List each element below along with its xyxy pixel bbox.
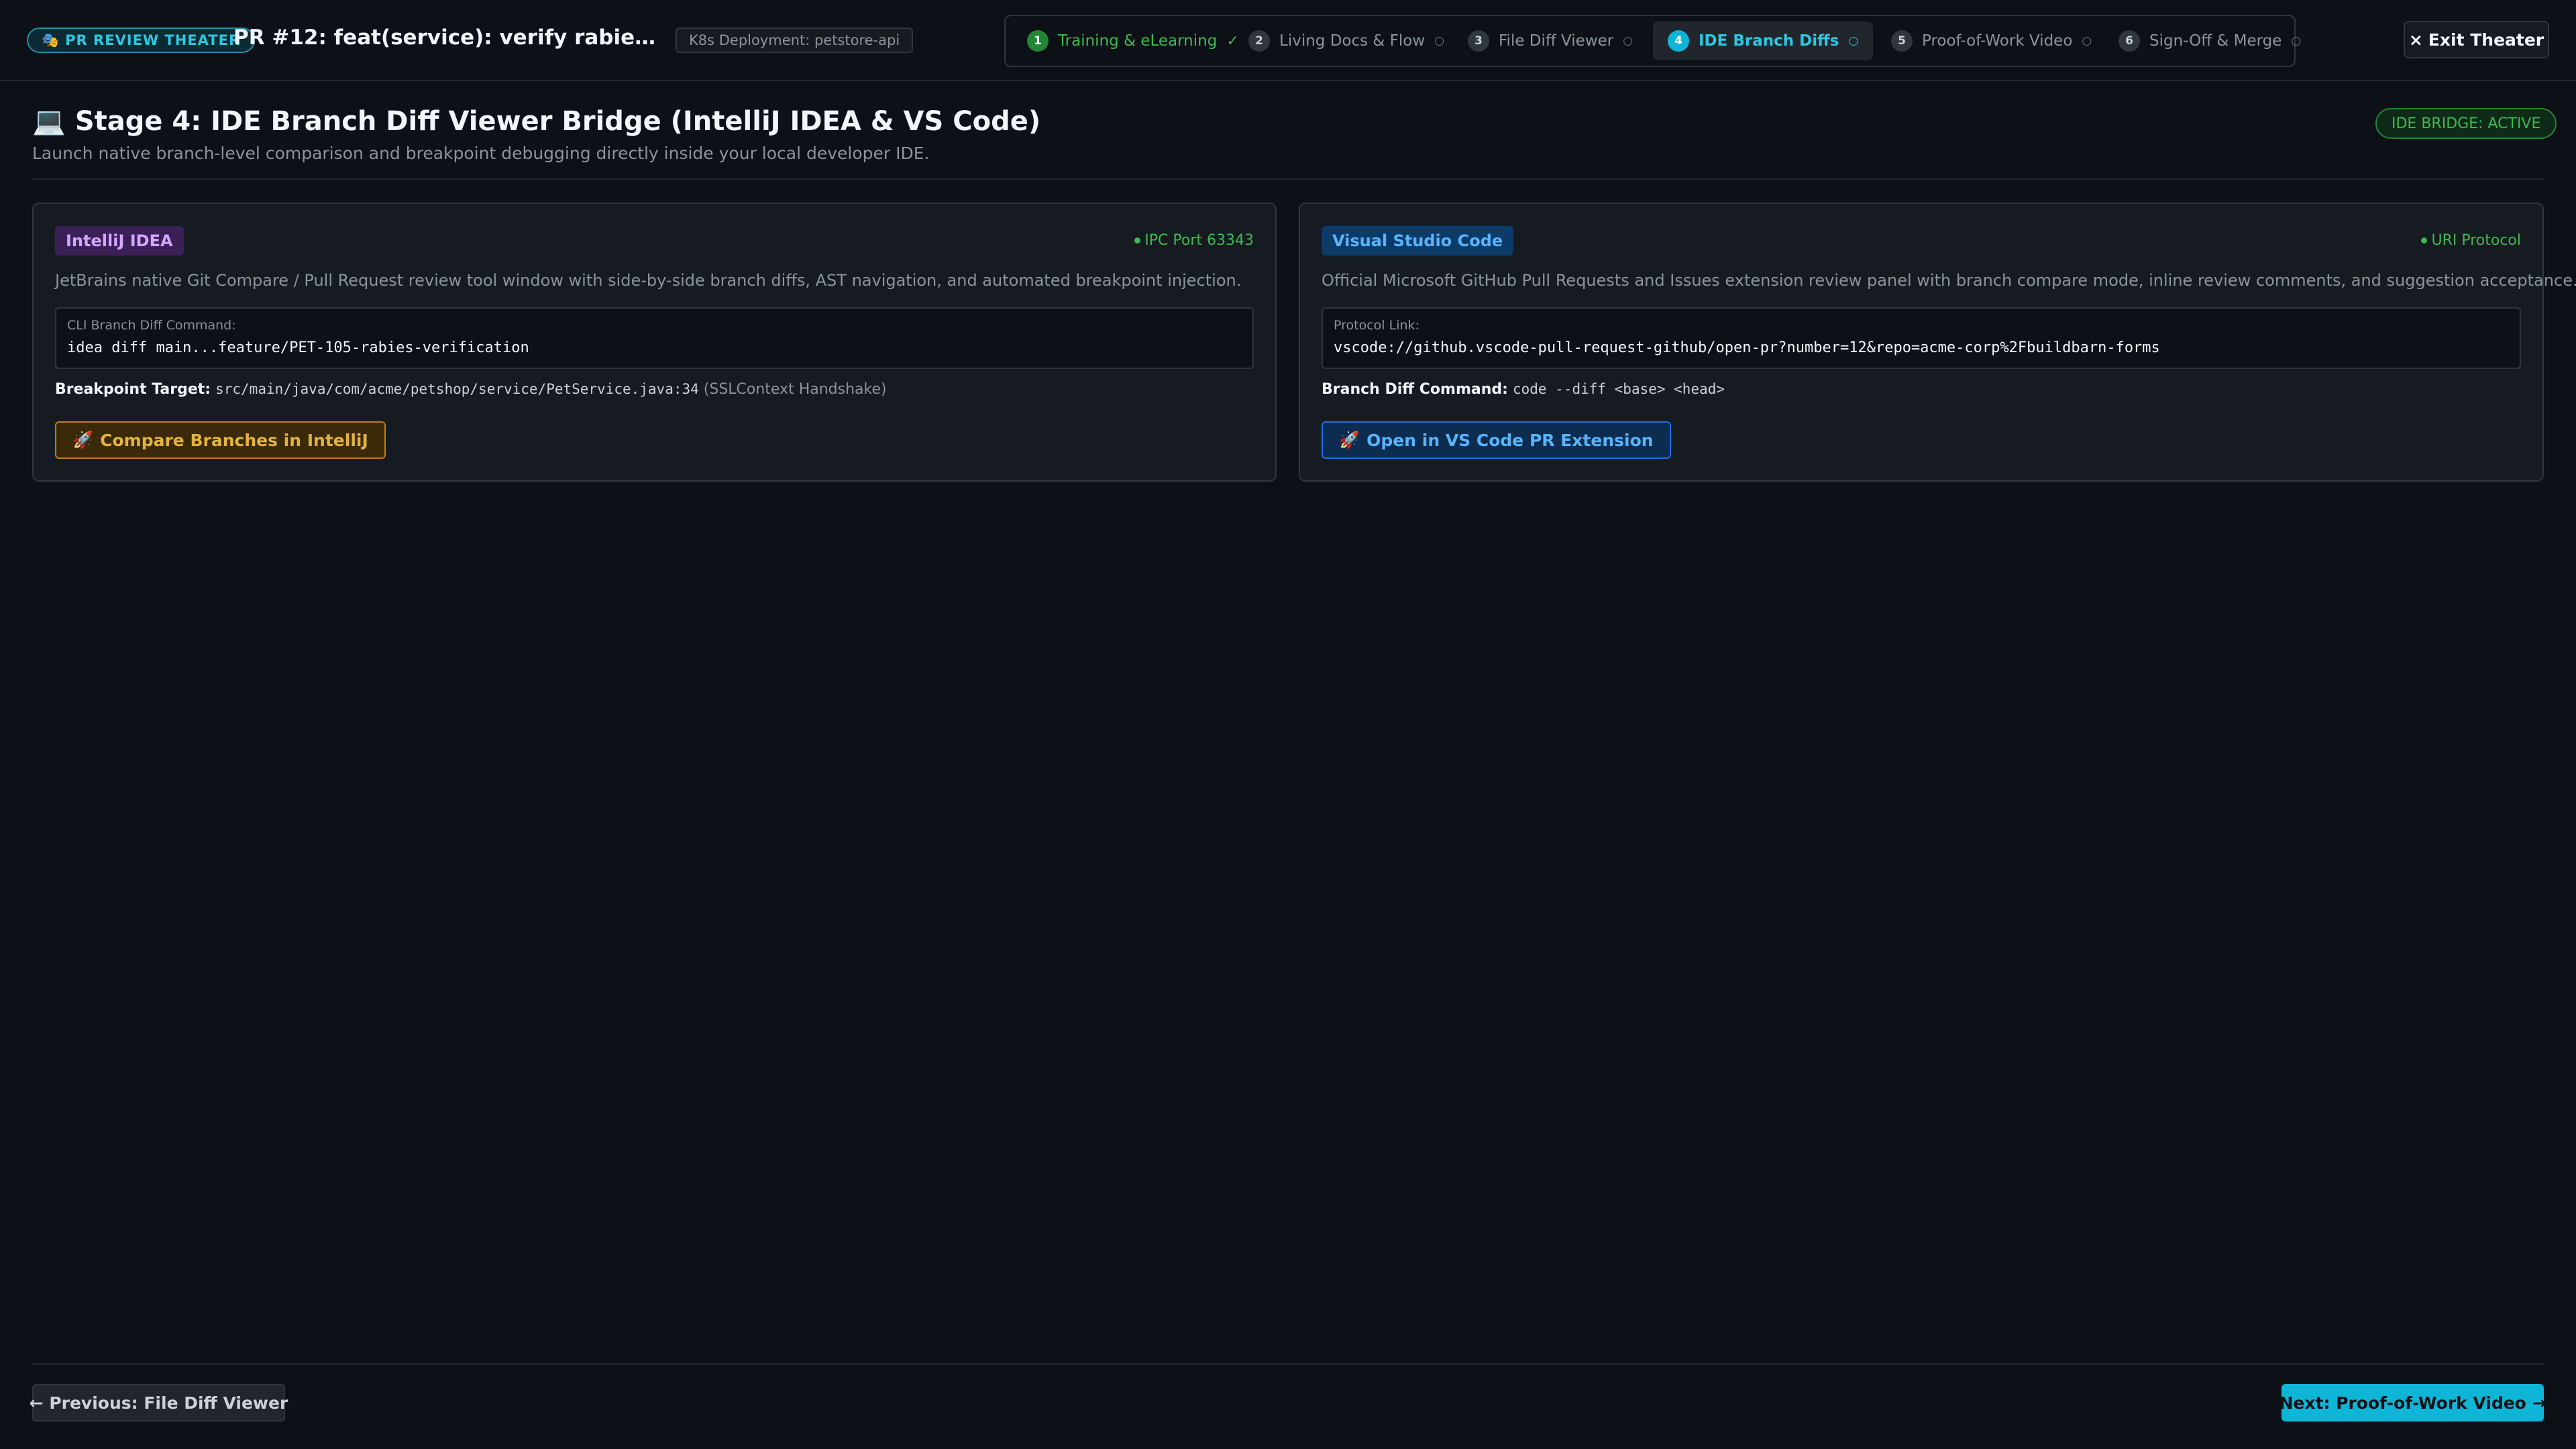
- pending-circle-icon: ○: [1623, 34, 1633, 48]
- branch-diff-command-key: Branch Diff Command:: [1322, 381, 1508, 398]
- open-vscode-label: Open in VS Code PR Extension: [1366, 430, 1654, 450]
- vscode-connection-status: URI Protocol: [2421, 232, 2521, 249]
- command-label: CLI Branch Diff Command:: [67, 318, 236, 333]
- breakpoint-target-note: (SSLContext Handshake): [703, 381, 887, 398]
- step-ide-branch-diffs[interactable]: 4 IDE Branch Diffs ○: [1653, 21, 1874, 60]
- step-number: 2: [1248, 30, 1270, 52]
- step-number: 3: [1468, 30, 1489, 52]
- intellij-card: IntelliJ IDEA IPC Port 63343 JetBrains n…: [32, 203, 1277, 482]
- protocol-label: Protocol Link:: [1334, 318, 1419, 333]
- step-training-elearning[interactable]: 1 Training & eLearning ✓: [1012, 21, 1254, 60]
- vscode-card: Visual Studio Code URI Protocol Official…: [1299, 203, 2576, 482]
- breakpoint-target-path: src/main/java/com/acme/petshop/service/P…: [215, 381, 699, 397]
- deployment-chip: K8s Deployment: petstore-api: [676, 28, 914, 53]
- step-number: 5: [1891, 30, 1913, 52]
- step-label: Training & eLearning: [1058, 32, 1218, 50]
- open-vscode-pr-extension-button[interactable]: 🚀 Open in VS Code PR Extension: [1322, 421, 1671, 459]
- step-number: 6: [2118, 30, 2140, 52]
- pending-circle-icon: ○: [1848, 34, 1859, 48]
- step-number: 4: [1668, 30, 1689, 52]
- compare-branches-label: Compare Branches in IntelliJ: [100, 430, 368, 450]
- previous-stage-button[interactable]: ← Previous: File Diff Viewer: [30, 1384, 288, 1421]
- vscode-status-label: URI Protocol: [2431, 232, 2521, 249]
- protocol-link-value[interactable]: vscode://github.vscode-pull-request-gith…: [1334, 339, 2509, 356]
- next-stage-button[interactable]: Next: Proof-of-Work Video →: [2279, 1384, 2546, 1421]
- exit-theater-button[interactable]: × Exit Theater: [2404, 21, 2549, 58]
- step-sign-off-merge[interactable]: 6 Sign-Off & Merge ○: [2104, 21, 2316, 60]
- pr-title: PR #12: feat(service): verify rabies cer…: [233, 25, 663, 50]
- ide-bridge-status-badge: IDE BRIDGE: ACTIVE: [2375, 108, 2557, 139]
- step-label: File Diff Viewer: [1499, 32, 1614, 50]
- command-value: idea diff main...feature/PET-105-rabies-…: [67, 339, 529, 356]
- stage-title: 💻 Stage 4: IDE Branch Diff Viewer Bridge…: [32, 105, 1041, 138]
- footer-divider: [32, 1363, 2544, 1364]
- top-bar: 🎭 PR REVIEW THEATER PR #12: feat(service…: [0, 0, 2576, 81]
- stage-title-text: Stage 4: IDE Branch Diff Viewer Bridge (…: [74, 105, 1041, 137]
- pr-review-theater-badge: 🎭 PR REVIEW THEATER: [27, 28, 256, 53]
- breakpoint-target-line: Breakpoint Target: src/main/java/com/acm…: [55, 381, 1254, 398]
- pending-circle-icon: ○: [2082, 34, 2092, 48]
- theater-masks-icon: 🎭: [42, 32, 60, 48]
- breakpoint-target-key: Breakpoint Target:: [55, 381, 211, 398]
- vscode-description: Official Microsoft GitHub Pull Requests …: [1322, 271, 2576, 290]
- laptop-icon: 💻: [32, 106, 66, 137]
- branch-diff-command-value: code --diff <base> <head>: [1512, 381, 1725, 397]
- pending-circle-icon: ○: [2291, 34, 2302, 48]
- vscode-protocol-box: Protocol Link: vscode://github.vscode-pu…: [1322, 307, 2521, 369]
- close-icon: ×: [2408, 30, 2423, 50]
- stage-stepper: 1 Training & eLearning ✓ 2 Living Docs &…: [1004, 15, 2301, 67]
- stage-subtitle: Launch native branch-level comparison an…: [32, 144, 930, 163]
- step-file-diff-viewer[interactable]: 3 File Diff Viewer ○: [1453, 21, 1648, 60]
- step-proof-of-work-video[interactable]: 5 Proof-of-Work Video ○: [1876, 21, 2106, 60]
- step-label: Sign-Off & Merge: [2149, 32, 2282, 50]
- intellij-connection-status: IPC Port 63343: [1134, 232, 1254, 249]
- header-divider: [32, 178, 2544, 180]
- step-label: IDE Branch Diffs: [1699, 32, 1839, 50]
- intellij-tag: IntelliJ IDEA: [55, 226, 184, 256]
- rocket-icon: 🚀: [1339, 430, 1360, 449]
- intellij-description: JetBrains native Git Compare / Pull Requ…: [55, 271, 1242, 290]
- step-number: 1: [1027, 30, 1049, 52]
- exit-theater-label: Exit Theater: [2428, 30, 2544, 50]
- pending-circle-icon: ○: [1434, 34, 1445, 48]
- vscode-tag: Visual Studio Code: [1322, 226, 1514, 256]
- step-label: Proof-of-Work Video: [1922, 32, 2073, 50]
- step-label: Living Docs & Flow: [1279, 32, 1426, 50]
- theater-badge-label: PR REVIEW THEATER: [65, 32, 241, 48]
- branch-diff-command-line: Branch Diff Command: code --diff <base> …: [1322, 381, 2521, 398]
- rocket-icon: 🚀: [72, 430, 94, 449]
- intellij-command-box: CLI Branch Diff Command: idea diff main.…: [55, 307, 1254, 369]
- status-dot-icon: [2421, 237, 2428, 244]
- intellij-status-label: IPC Port 63343: [1144, 232, 1254, 249]
- compare-branches-intellij-button[interactable]: 🚀 Compare Branches in IntelliJ: [55, 421, 386, 459]
- status-dot-icon: [1134, 237, 1141, 244]
- step-living-docs-flow[interactable]: 2 Living Docs & Flow ○: [1234, 21, 1459, 60]
